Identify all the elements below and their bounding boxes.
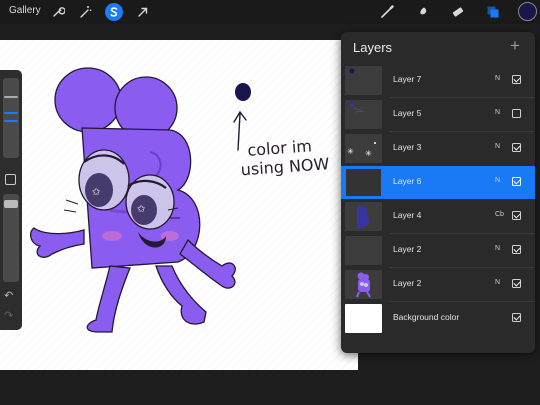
color-picker-swatch[interactable] (518, 2, 537, 21)
layer-name: Layer 5 (393, 108, 422, 118)
svg-text:✩: ✩ (137, 204, 146, 215)
visibility-checkbox[interactable] (512, 245, 521, 254)
layer-row[interactable]: Layer 2 N (341, 234, 535, 267)
art-right-arm (179, 238, 236, 289)
layer-row[interactable]: Layer 5 N (341, 98, 535, 131)
visibility-checkbox[interactable] (512, 177, 521, 186)
layer-thumbnail: ✳ ✳ (345, 134, 382, 163)
selection-s-icon[interactable] (105, 3, 123, 21)
art-left-leg (86, 265, 131, 333)
layer-name: Layer 2 (393, 244, 422, 254)
layer-thumbnail (345, 66, 382, 95)
background-color-swatch[interactable] (345, 304, 382, 333)
gallery-button[interactable]: Gallery (9, 5, 41, 16)
canvas-annotation: color im using NOW (240, 135, 330, 179)
art-right-leg (155, 265, 207, 325)
layer-thumbnail (345, 236, 382, 265)
layer-thumbnail (345, 100, 382, 129)
brush-size-handle[interactable] (4, 112, 18, 114)
brush-size-slider[interactable] (3, 78, 19, 158)
layer-row[interactable]: ✳ ✳ Layer 3 N (341, 132, 535, 165)
transform-arrow-icon[interactable] (134, 3, 152, 21)
layer-row[interactable]: Layer 4 Cb (341, 200, 535, 233)
add-layer-icon[interactable]: + (510, 36, 520, 56)
opacity-handle[interactable] (4, 200, 18, 208)
layer-thumbnail (345, 168, 382, 197)
wrench-icon[interactable] (49, 3, 67, 21)
background-color-row[interactable]: Background color (341, 302, 535, 335)
layer-name: Background color (393, 312, 460, 322)
procreate-app: Gallery ✩ ✩ color im using NOW ↶ ↷ Layer… (0, 0, 540, 405)
left-sidebar: ↶ ↷ (0, 70, 22, 330)
svg-text:✳: ✳ (347, 147, 354, 156)
svg-text:✳: ✳ (365, 149, 372, 158)
opacity-slider[interactable] (3, 194, 19, 282)
svg-text:✩: ✩ (92, 187, 101, 198)
layer-row[interactable]: Layer 2 N (341, 268, 535, 301)
layer-thumbnail (345, 270, 382, 299)
eraser-icon[interactable] (449, 3, 467, 21)
blend-mode-button[interactable]: N (495, 75, 500, 82)
redo-icon[interactable]: ↷ (4, 310, 13, 322)
layers-icon[interactable] (484, 3, 502, 21)
artwork: ✩ ✩ (29, 67, 251, 333)
smudge-icon[interactable] (413, 3, 431, 21)
blend-mode-button[interactable]: N (495, 143, 500, 150)
visibility-checkbox[interactable] (512, 279, 521, 288)
layers-panel: Layers + Layer 7 N Layer 5 N ✳✳ Layer 3 (341, 32, 535, 353)
art-top-left-blob (54, 67, 122, 133)
visibility-checkbox[interactable] (512, 75, 521, 84)
layer-name: Layer 6 (393, 176, 422, 186)
art-arrow (233, 110, 247, 151)
brush-icon[interactable] (378, 3, 396, 21)
visibility-checkbox[interactable] (512, 143, 521, 152)
art-left-arm (29, 227, 85, 258)
visibility-checkbox[interactable] (512, 211, 521, 220)
layer-thumbnail (345, 202, 382, 231)
blend-mode-button[interactable]: N (495, 109, 500, 116)
modify-button[interactable] (5, 174, 16, 185)
layer-name: Layer 2 (393, 278, 422, 288)
visibility-checkbox[interactable] (512, 313, 521, 322)
layers-panel-title: Layers (353, 40, 393, 55)
blend-mode-button[interactable]: N (495, 177, 500, 184)
top-toolbar: Gallery (0, 0, 540, 24)
blend-mode-button[interactable]: N (495, 245, 500, 252)
blend-mode-button[interactable]: N (495, 279, 500, 286)
blend-mode-button[interactable]: Cb (495, 211, 504, 218)
layer-name: Layer 4 (393, 210, 422, 220)
visibility-checkbox[interactable] (512, 109, 521, 118)
layer-row-selected[interactable]: Layer 6 N (341, 166, 535, 199)
art-color-dot (235, 83, 251, 101)
undo-icon[interactable]: ↶ (4, 290, 13, 302)
drawing-canvas[interactable]: ✩ ✩ color im using NOW (0, 40, 358, 370)
layer-name: Layer 7 (393, 74, 422, 84)
magic-wand-icon[interactable] (76, 3, 94, 21)
layer-name: Layer 3 (393, 142, 422, 152)
layer-row[interactable]: Layer 7 N (341, 64, 535, 97)
